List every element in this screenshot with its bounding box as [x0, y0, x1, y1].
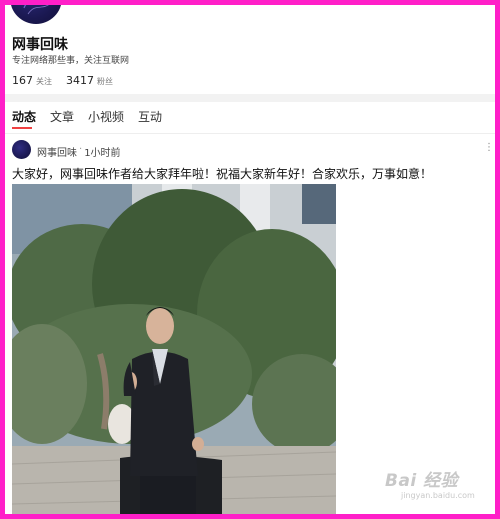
following-label: 关注	[36, 77, 52, 86]
profile-tabs: 动态 文章 小视频 互动	[12, 108, 162, 125]
tab-dongtai[interactable]: 动态	[12, 108, 36, 125]
post-meta: 网事回味 · 1小时前	[37, 144, 121, 159]
followers-stat[interactable]: 3417 粉丝	[66, 74, 113, 87]
watermark-main: Bai 经验	[385, 471, 459, 491]
followers-count: 3417	[66, 74, 94, 87]
more-options-icon[interactable]: ⋮	[484, 142, 494, 153]
baidu-jingyan-watermark: Bai 经验 jingyan.baidu.com	[385, 466, 475, 500]
post-meta-separator: ·	[79, 144, 83, 155]
tab-articles[interactable]: 文章	[50, 108, 74, 125]
profile-avatar[interactable]	[10, 0, 62, 24]
profile-bio: 专注网络那些事，关注互联网	[12, 56, 130, 66]
profile-stats: 167 关注 3417 粉丝	[12, 74, 113, 87]
following-count: 167	[12, 74, 33, 87]
section-separator	[5, 94, 495, 102]
tab-interaction[interactable]: 互动	[138, 108, 162, 125]
post-text: 大家好，网事回味作者给大家拜年啦！祝福大家新年好！合家欢乐，万事如意！	[12, 167, 433, 181]
tab-short-videos[interactable]: 小视频	[88, 108, 124, 125]
profile-name: 网事回味	[12, 37, 68, 53]
watermark-sub: jingyan.baidu.com	[401, 491, 475, 500]
tabs-divider	[5, 133, 495, 134]
post-time: 1小时前	[84, 148, 121, 159]
post-author-avatar[interactable]	[12, 140, 31, 159]
post-photo[interactable]	[12, 184, 336, 514]
following-stat[interactable]: 167 关注	[12, 74, 52, 87]
post-author-name[interactable]: 网事回味	[37, 144, 77, 159]
followers-label: 粉丝	[97, 77, 113, 86]
active-tab-indicator	[12, 127, 32, 129]
